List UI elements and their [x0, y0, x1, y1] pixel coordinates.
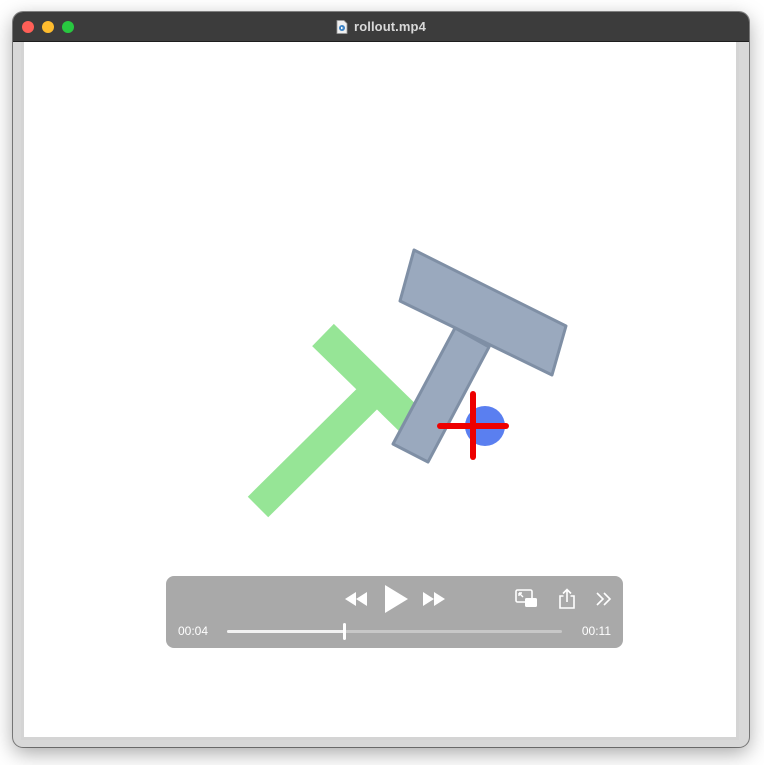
share-icon[interactable]	[555, 586, 579, 612]
playback-controls: 00:04 00:11	[166, 576, 623, 648]
current-time: 00:04	[178, 624, 209, 638]
total-duration: 00:11	[581, 624, 611, 638]
title-bar[interactable]: rollout.mp4	[13, 12, 749, 42]
chevron-double-right-icon[interactable]	[592, 588, 614, 610]
progress-handle[interactable]	[342, 623, 346, 640]
progress-fill	[227, 630, 345, 633]
fast-forward-icon[interactable]	[420, 588, 448, 610]
rewind-icon[interactable]	[342, 588, 370, 610]
progress-slider[interactable]	[227, 623, 562, 640]
target-t-shape	[247, 323, 428, 518]
minimize-icon[interactable]	[42, 21, 54, 33]
picture-in-picture-icon[interactable]	[513, 588, 541, 610]
window-title: rollout.mp4	[354, 19, 426, 34]
video-file-icon	[336, 19, 348, 34]
player-window: rollout.mp4 00:04 00:11	[13, 12, 749, 747]
play-icon[interactable]	[381, 583, 411, 615]
close-icon[interactable]	[22, 21, 34, 33]
zoom-icon[interactable]	[62, 21, 74, 33]
